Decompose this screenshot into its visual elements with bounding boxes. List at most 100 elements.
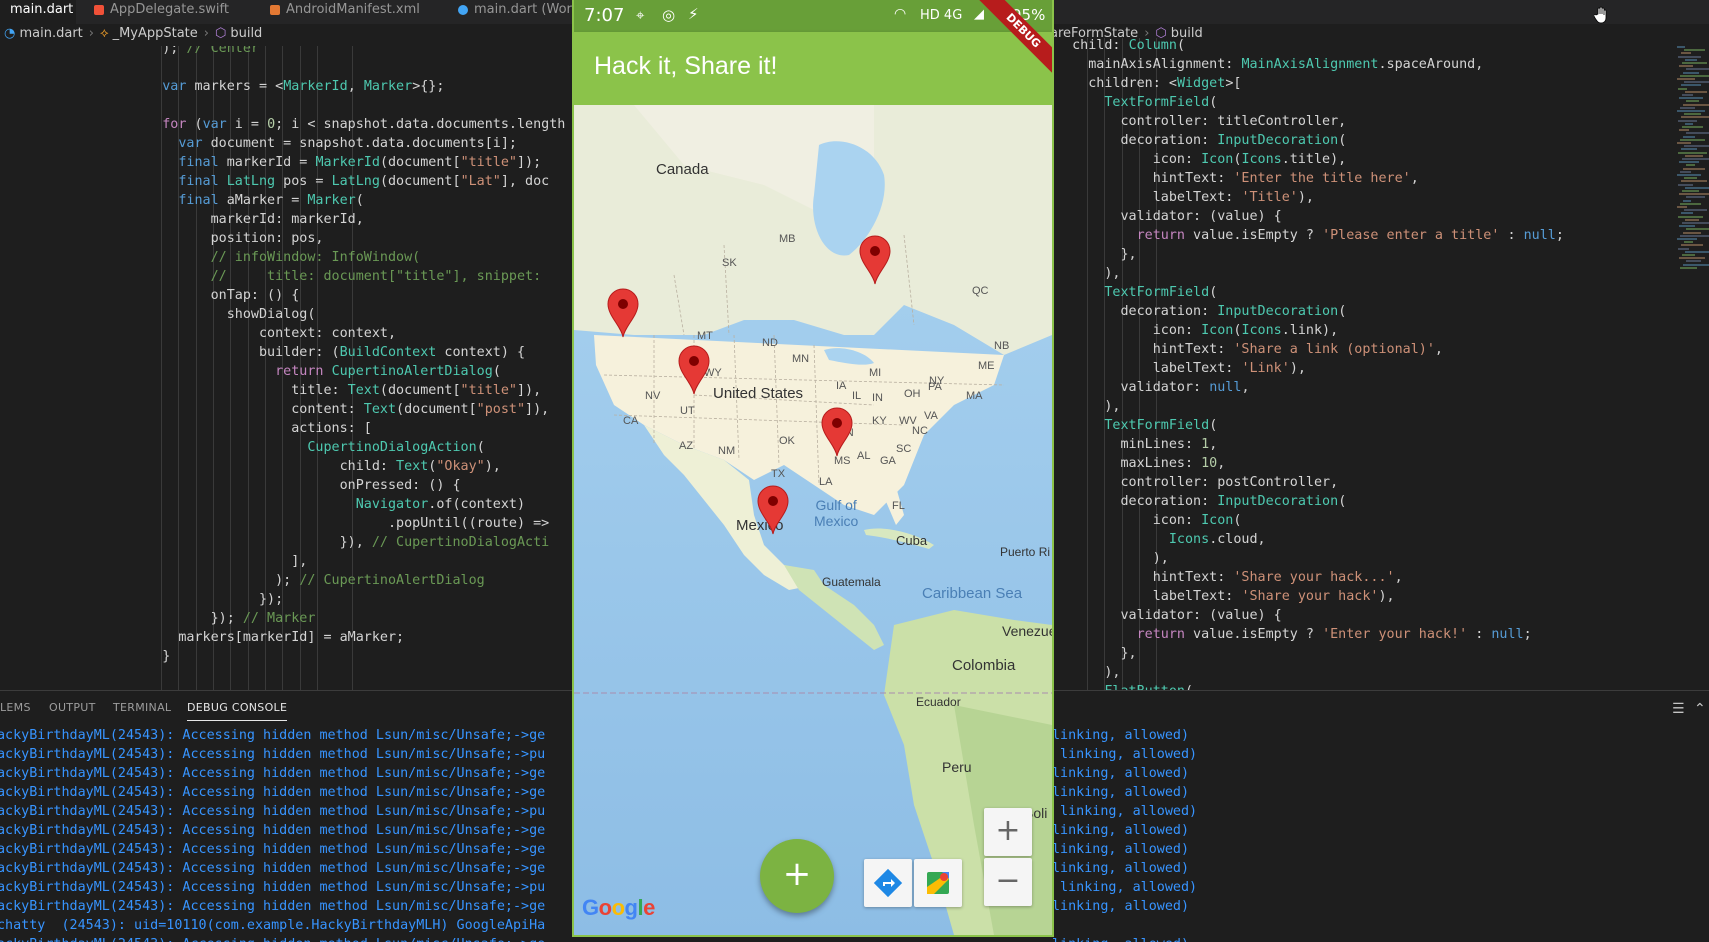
map-base-svg — [574, 105, 1052, 935]
code-line: controller: titleController, — [1056, 114, 1347, 129]
google-map[interactable]: Canada United States Mexico Gulf of Mexi… — [574, 105, 1052, 935]
code-line: child: Column( — [1056, 38, 1185, 53]
console-line: ackyBirthdayML(24543): Accessing hidden … — [0, 842, 546, 857]
minimap-line — [1677, 142, 1691, 144]
code-line: final LatLng pos = LatLng(document["Lat"… — [178, 174, 550, 189]
map-pin-icon — [678, 345, 710, 395]
panel-tab-debug-console[interactable]: DEBUG CONSOLE — [187, 701, 288, 721]
add-post-fab[interactable]: + — [760, 839, 834, 913]
console-line-tail: linking, allowed) — [1052, 766, 1190, 781]
minimap-line — [1680, 266, 1697, 269]
breadcrumb-file[interactable]: main.dart — [19, 26, 82, 41]
minimap-line — [1682, 94, 1693, 96]
map-label-state: MN — [792, 353, 810, 365]
map-marker[interactable] — [677, 345, 711, 399]
map-label-state: UT — [680, 405, 695, 417]
code-line: children: <Widget>[ — [1056, 76, 1242, 91]
map-marker[interactable] — [858, 235, 892, 289]
code-line: TextFormField( — [1104, 95, 1218, 110]
code-line: CupertinoDialogAction( — [307, 440, 485, 455]
zoom-out-button[interactable]: − — [984, 858, 1032, 906]
minimap-line — [1684, 145, 1709, 148]
map-label-state: MT — [697, 330, 713, 342]
console-line: ackyBirthdayML(24543): Accessing hidden … — [0, 728, 546, 743]
tab-main-dart[interactable]: main.dart — [0, 0, 76, 24]
minimap-line — [1679, 97, 1703, 100]
zoom-in-button[interactable]: + — [984, 808, 1032, 856]
code-line: ), — [1056, 665, 1121, 680]
map-label-state: SK — [722, 257, 737, 269]
console-line-tail: linking, allowed) — [1052, 728, 1190, 743]
map-label-venezuela: Venezue — [1002, 623, 1054, 639]
breadcrumb-class[interactable]: _MyAppState — [113, 26, 198, 41]
list-filter-icon[interactable]: ☰ — [1672, 701, 1685, 717]
minimap-line — [1679, 257, 1705, 260]
code-line: TextFormField( — [1104, 418, 1218, 433]
minimap-line — [1685, 58, 1697, 61]
console-line: ackyBirthdayML(24543): Accessing hidden … — [0, 935, 545, 942]
minimap-line — [1679, 225, 1695, 228]
map-label-state: MB — [779, 233, 796, 245]
tab-appdelegate-swift[interactable]: AppDelegate.swift — [84, 0, 254, 24]
minimap-line — [1678, 247, 1689, 250]
method-icon: ⬡ — [214, 26, 227, 41]
map-label-ecuador: Ecuador — [916, 695, 961, 709]
map-label-state: NC — [912, 425, 928, 437]
code-line: maxLines: 10, — [1056, 456, 1226, 471]
left-code-editor[interactable]: ); // Center var markers = <MarkerId, Ma… — [0, 46, 572, 690]
minimap-line — [1679, 129, 1689, 132]
minimap-line — [1678, 183, 1693, 186]
code-line: ); // CupertinoAlertDialog — [130, 573, 485, 588]
map-label-colombia: Colombia — [952, 657, 1016, 674]
code-line: var document = snapshot.data.documents[i… — [178, 136, 517, 151]
map-marker[interactable] — [820, 407, 854, 461]
code-line: ), — [1056, 551, 1169, 566]
minimap-line — [1685, 122, 1693, 125]
code-line: mainAxisAlignment: MainAxisAlignment.spa… — [1056, 57, 1484, 72]
console-line: ackyBirthdayML(24543): Accessing hidden … — [0, 785, 546, 800]
code-line: TextFormField( — [1104, 285, 1218, 300]
code-line: for (var i = 0; i < snapshot.data.docume… — [162, 117, 566, 132]
minimap-line — [1681, 148, 1697, 151]
map-label-state: MI — [869, 367, 882, 379]
map-label-state: CA — [623, 415, 639, 427]
code-line: .popUntil((route) => — [130, 516, 550, 531]
code-line: decoration: InputDecoration( — [1056, 494, 1347, 509]
map-marker[interactable] — [606, 288, 640, 342]
map-pin-icon — [757, 485, 789, 535]
map-label-state: TX — [771, 468, 786, 480]
code-line: markerId: markerId, — [130, 212, 364, 227]
console-line-tail: linking, allowed) — [1052, 747, 1198, 762]
minimap-line — [1684, 113, 1701, 116]
tab-androidmanifest-xml[interactable]: AndroidManifest.xml — [260, 0, 450, 24]
chevron-up-icon[interactable]: ⌃ — [1694, 701, 1706, 717]
map-label-guatemala: Guatemala — [822, 575, 881, 589]
tab-main-dart-working[interactable]: main.dart (Workin — [448, 0, 591, 24]
console-line: chatty (24543): uid=10110(com.example.Ha… — [0, 918, 546, 933]
panel-tab-output[interactable]: OUTPUT — [49, 701, 96, 714]
code-line: position: pos, — [130, 231, 324, 246]
map-label-state: SC — [896, 443, 912, 455]
map-label-state: IN — [872, 392, 883, 404]
directions-button[interactable] — [864, 859, 912, 907]
map-marker[interactable] — [756, 485, 790, 539]
code-line: return value.isEmpty ? 'Please enter a t… — [1136, 228, 1564, 243]
zoom-out-label: − — [995, 863, 1021, 898]
map-pin-icon — [821, 407, 853, 457]
minimap[interactable] — [1672, 46, 1709, 286]
minimap-line — [1683, 199, 1691, 202]
map-label-state: MA — [966, 390, 983, 402]
panel-tab-terminal[interactable]: TERMINAL — [113, 701, 171, 714]
minimap-line — [1677, 174, 1701, 176]
open-in-maps-button[interactable] — [914, 859, 962, 907]
code-line: Icons.cloud, — [1168, 532, 1266, 547]
map-label-state: QC — [972, 285, 989, 297]
map-label-state: KY — [872, 415, 887, 427]
code-line: decoration: InputDecoration( — [1056, 304, 1347, 319]
dart-file-icon: ◔ — [4, 26, 16, 41]
breadcrumb-method[interactable]: build — [230, 26, 262, 41]
right-code-editor[interactable]: child: Column( mainAxisAlignment: MainAx… — [1052, 38, 1672, 690]
panel-tab-problems[interactable]: LEMS — [0, 701, 31, 714]
minimap-line — [1680, 138, 1705, 141]
minimap-line — [1686, 196, 1705, 199]
